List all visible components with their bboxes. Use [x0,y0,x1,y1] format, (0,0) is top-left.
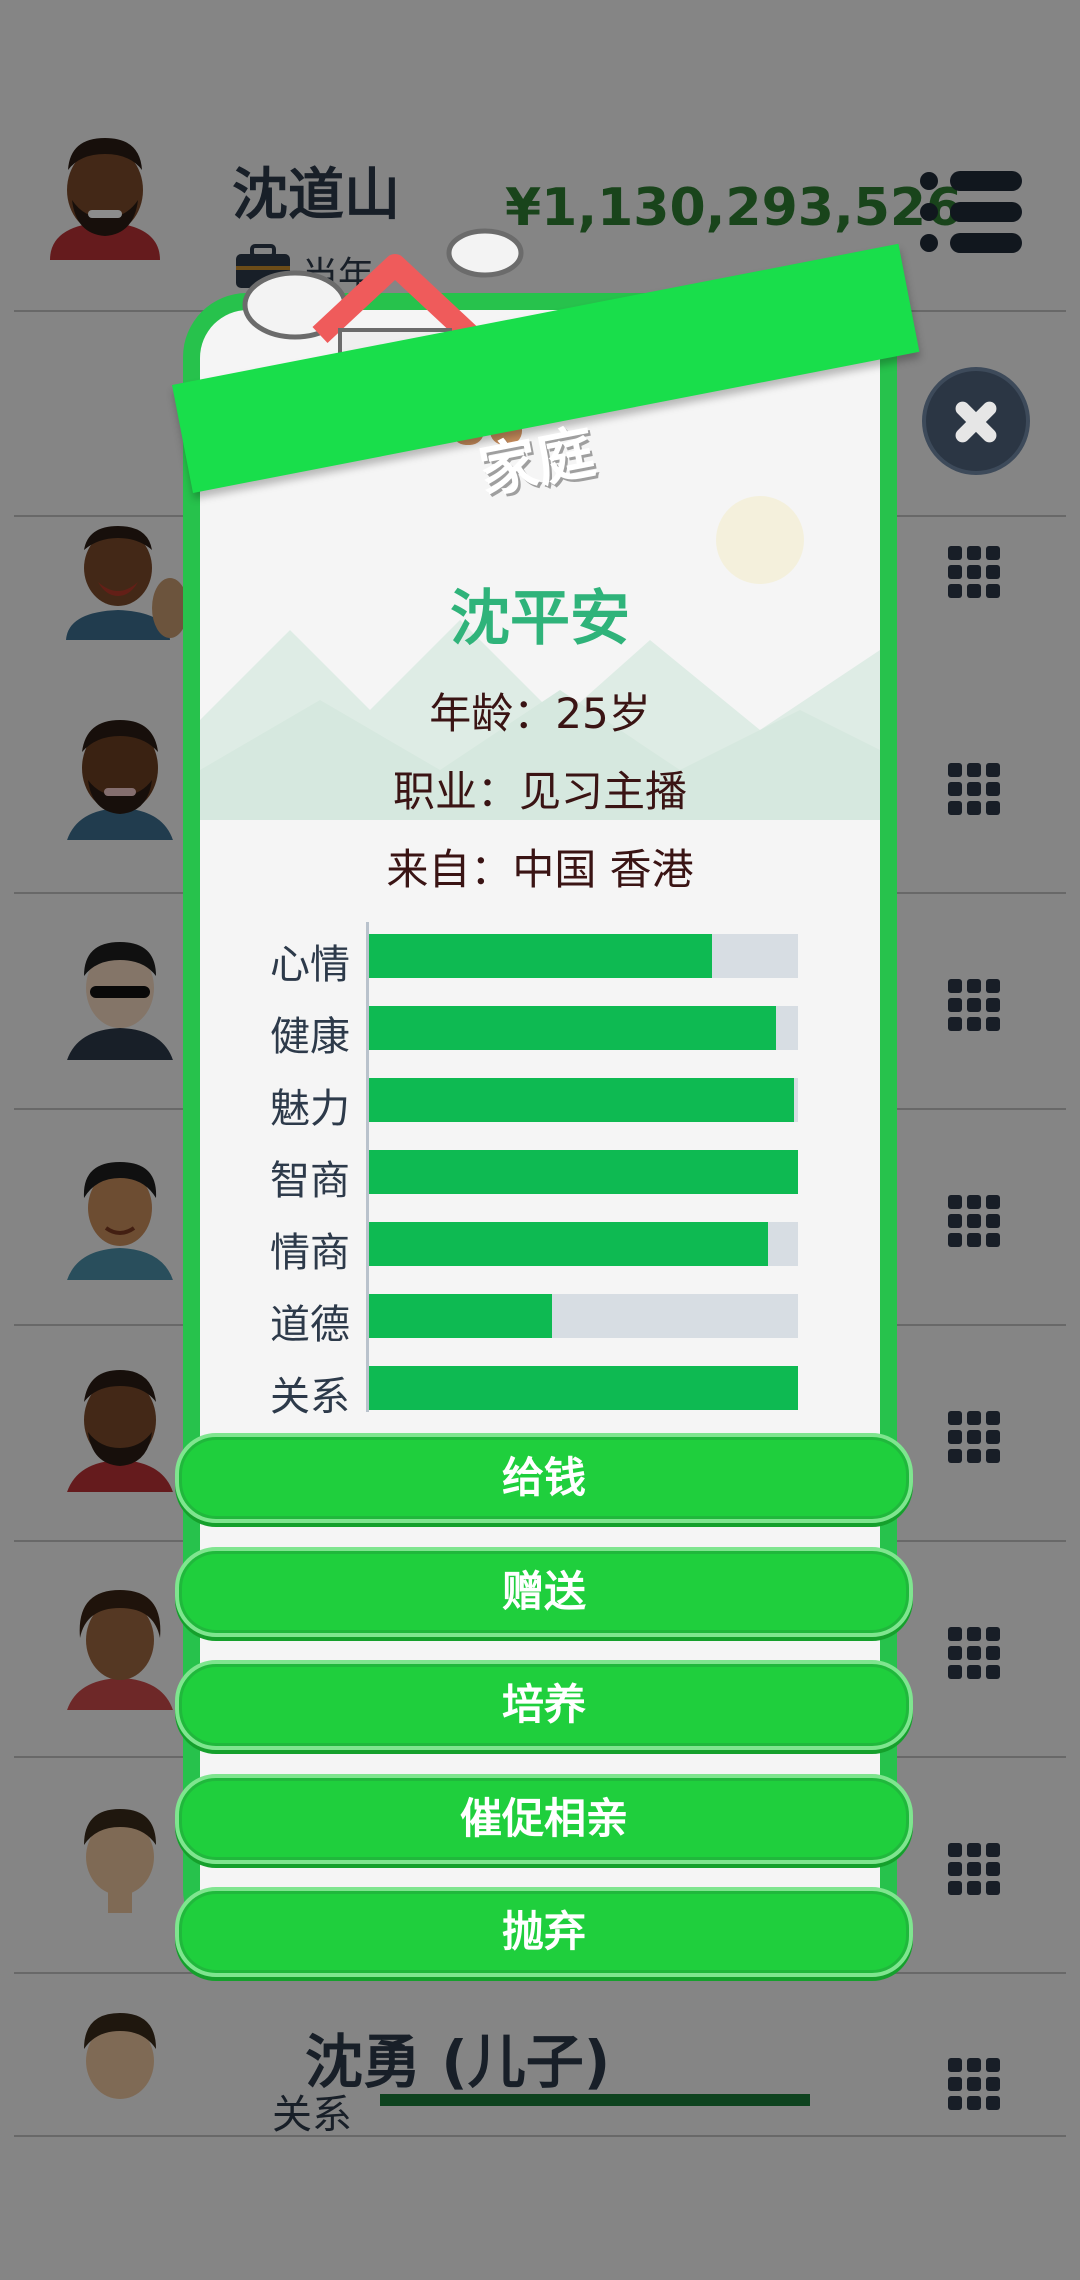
close-icon[interactable] [922,367,1030,475]
stat-fill [366,1366,798,1410]
person-name: 沈平安 [450,584,630,654]
abandon-button[interactable]: 抛弃 [175,1887,913,1977]
stat-fill [366,1078,794,1122]
stat-label-relation: 关系 [270,1374,350,1420]
stat-label-health: 健康 [270,1014,350,1060]
age-text: 年龄：25岁 [429,689,651,738]
stat-bar-eq [366,1222,798,1266]
stat-divider [366,922,369,1412]
stat-fill [366,934,712,978]
stat-label-mood: 心情 [270,942,350,988]
gift-button[interactable]: 赠送 [175,1547,913,1637]
stat-bar-health [366,1006,798,1050]
stat-label-eq: 情商 [270,1230,350,1276]
stat-bar-charm [366,1078,798,1122]
stat-bar-morality [366,1294,798,1338]
stat-label-morality: 道德 [270,1302,350,1348]
stat-fill [366,1222,768,1266]
stat-fill [366,1150,798,1194]
nurture-button[interactable]: 培养 [175,1660,913,1750]
give-money-button[interactable]: 给钱 [175,1433,913,1523]
job-text: 职业：见习主播 [392,767,687,816]
stat-label-charm: 魅力 [270,1086,350,1132]
stat-bar-mood [366,934,798,978]
origin-text: 来自：中国 香港 [386,845,694,894]
urge-dating-button[interactable]: 催促相亲 [175,1774,913,1864]
stat-fill [366,1006,777,1050]
stat-label-iq: 智商 [270,1158,350,1204]
stat-bar-relation [366,1366,798,1410]
stat-bar-iq [366,1150,798,1194]
stat-fill [366,1294,552,1338]
